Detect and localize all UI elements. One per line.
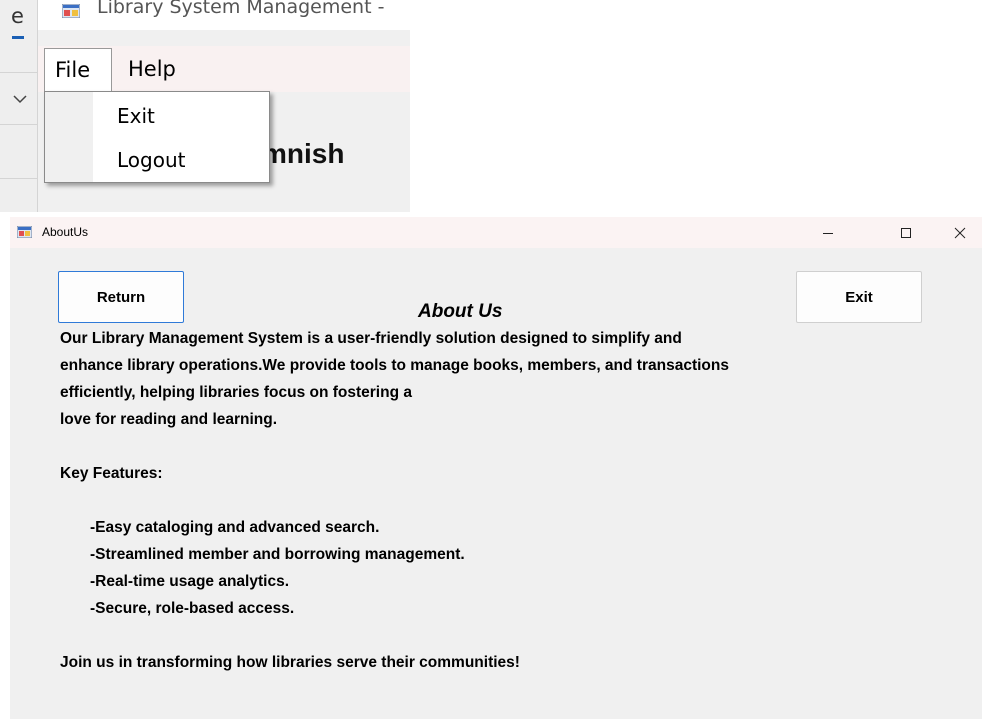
menu-item-logout[interactable]: Logout: [117, 148, 185, 172]
features-title: Key Features:: [60, 465, 163, 482]
active-tab-indicator: [12, 36, 24, 39]
description-line: enhance library operations.We provide to…: [60, 357, 729, 374]
menu-item-exit[interactable]: Exit: [117, 104, 155, 128]
library-main-window-crop: e Library System Management - File Help …: [0, 0, 410, 212]
close-button[interactable]: [938, 217, 982, 248]
description-line: efficiently, helping libraries focus on …: [60, 384, 412, 401]
feature-item: -Easy cataloging and advanced search.: [90, 519, 380, 536]
return-button[interactable]: Return: [58, 271, 184, 323]
main-window-titlebar: Library System Management -: [38, 0, 410, 30]
maximize-icon: [901, 227, 911, 238]
closing-line: Join us in transforming how libraries se…: [60, 654, 520, 671]
description-line: love for reading and learning.: [60, 411, 278, 428]
menu-help[interactable]: Help: [128, 48, 176, 92]
app-form-icon: [17, 226, 32, 238]
menu-icon-gutter: [45, 92, 93, 182]
minimize-icon: [823, 232, 833, 234]
feature-item: -Real-time usage analytics.: [90, 573, 289, 590]
about-us-window: AboutUs Return Exit About Us Our Library…: [10, 217, 982, 719]
partial-welcome-text: mnish: [262, 138, 345, 169]
partial-tab-label: e: [11, 4, 24, 28]
feature-item: -Streamlined member and borrowing manage…: [90, 546, 465, 563]
menu-bar: File Help: [38, 46, 410, 92]
edge-divider: [0, 72, 38, 73]
main-window-title: Library System Management -: [97, 0, 385, 18]
about-titlebar: AboutUs: [10, 217, 982, 248]
exit-button[interactable]: Exit: [796, 271, 922, 323]
close-icon: [954, 227, 966, 238]
maximize-button[interactable]: [884, 217, 928, 248]
minimize-button[interactable]: [806, 217, 850, 248]
file-menu-dropdown: Exit Logout: [44, 91, 270, 183]
description-line: Our Library Management System is a user-…: [60, 330, 682, 347]
chevron-down-icon[interactable]: [13, 88, 27, 109]
app-form-icon: [62, 4, 80, 18]
feature-item: -Secure, role-based access.: [90, 600, 295, 617]
edge-divider: [0, 124, 38, 125]
window-title: AboutUs: [42, 225, 89, 239]
menu-file[interactable]: File: [44, 48, 112, 92]
background-window-edge: e: [0, 0, 38, 212]
edge-divider: [0, 178, 38, 179]
page-title: About Us: [418, 301, 503, 322]
